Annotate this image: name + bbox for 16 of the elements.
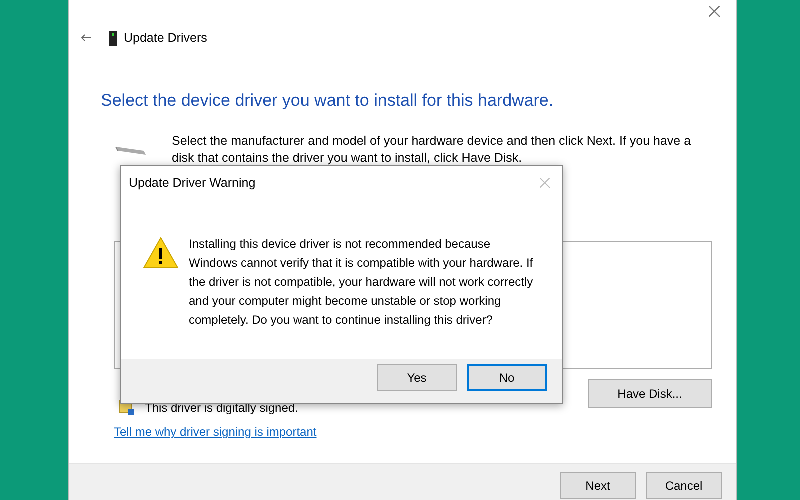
warning-icon bbox=[143, 236, 179, 269]
warning-message: Installing this device driver is not recommended because Windows cannot verify that it is compatible with your hardware. If the driver is not compatible, your hardware will not work correctly and your computer might become unstable or stop working completely. Do you want to continue installing this driver? bbox=[189, 236, 534, 329]
have-disk-button[interactable]: Have Disk... bbox=[588, 379, 712, 408]
back-arrow-icon[interactable] bbox=[81, 34, 91, 42]
next-button[interactable]: Next bbox=[560, 472, 636, 499]
close-icon[interactable] bbox=[709, 6, 720, 17]
yes-button[interactable]: Yes bbox=[377, 364, 457, 391]
instructions-text: Select the manufacturer and model of your hardware device and then click Next. If you have a disk that contains the driver you want to install, click Have Disk. bbox=[172, 133, 692, 168]
signed-note: This driver is digitally signed. bbox=[145, 400, 298, 418]
device-icon bbox=[109, 30, 117, 46]
page-heading: Select the device driver you want to install for this hardware. bbox=[101, 90, 555, 112]
dialog-title: Update Driver Warning bbox=[129, 175, 256, 192]
window-title: Update Drivers bbox=[124, 30, 208, 47]
no-button[interactable]: No bbox=[467, 364, 547, 391]
driver-signing-link[interactable]: Tell me why driver signing is important bbox=[114, 423, 317, 442]
cancel-button[interactable]: Cancel bbox=[646, 472, 722, 499]
